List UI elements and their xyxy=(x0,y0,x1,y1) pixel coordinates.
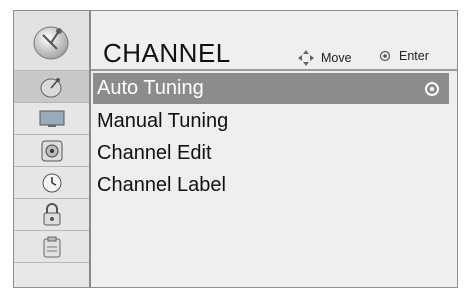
picture-icon xyxy=(39,110,64,127)
sidebar-item-time[interactable] xyxy=(14,167,89,199)
time-icon xyxy=(42,173,61,192)
channel-menu-window: CHANNEL Move Enter Auto Tuning Manual Tu… xyxy=(13,10,458,288)
sidebar xyxy=(14,11,91,287)
menu-item-label: Channel Label xyxy=(97,174,226,196)
sidebar-item-audio[interactable] xyxy=(14,135,89,167)
audio-icon xyxy=(41,140,62,161)
satellite-dish-icon xyxy=(40,77,61,97)
menu-item-label: Auto Tuning xyxy=(97,77,204,99)
enter-hint: Enter xyxy=(379,49,429,63)
menu-item-label: Channel Edit xyxy=(97,142,212,164)
option-icon xyxy=(43,236,60,257)
menu-header: CHANNEL Move Enter xyxy=(91,11,457,71)
sidebar-item-picture[interactable] xyxy=(14,103,89,135)
menu-item-channel-edit[interactable]: Channel Edit xyxy=(91,138,457,169)
channel-category-icon xyxy=(14,11,89,71)
menu-item-auto-tuning[interactable]: Auto Tuning xyxy=(93,73,449,104)
enter-label: Enter xyxy=(399,49,429,63)
sidebar-item-lock[interactable] xyxy=(14,199,89,231)
move-hint: Move xyxy=(297,49,352,67)
lock-icon xyxy=(43,202,60,225)
page-title: CHANNEL xyxy=(103,38,231,68)
sidebar-item-channel[interactable] xyxy=(14,71,89,103)
enter-icon xyxy=(425,81,439,96)
menu-item-label: Manual Tuning xyxy=(97,110,229,132)
sidebar-item-option[interactable] xyxy=(14,231,89,263)
menu-item-channel-label[interactable]: Channel Label xyxy=(91,170,457,201)
menu-item-manual-tuning[interactable]: Manual Tuning xyxy=(91,106,457,137)
move-label: Move xyxy=(321,51,352,65)
move-arrows-icon xyxy=(298,50,314,66)
channel-menu-list: Auto Tuning Manual Tuning Channel Edit C… xyxy=(91,71,457,287)
enter-icon xyxy=(379,50,391,62)
